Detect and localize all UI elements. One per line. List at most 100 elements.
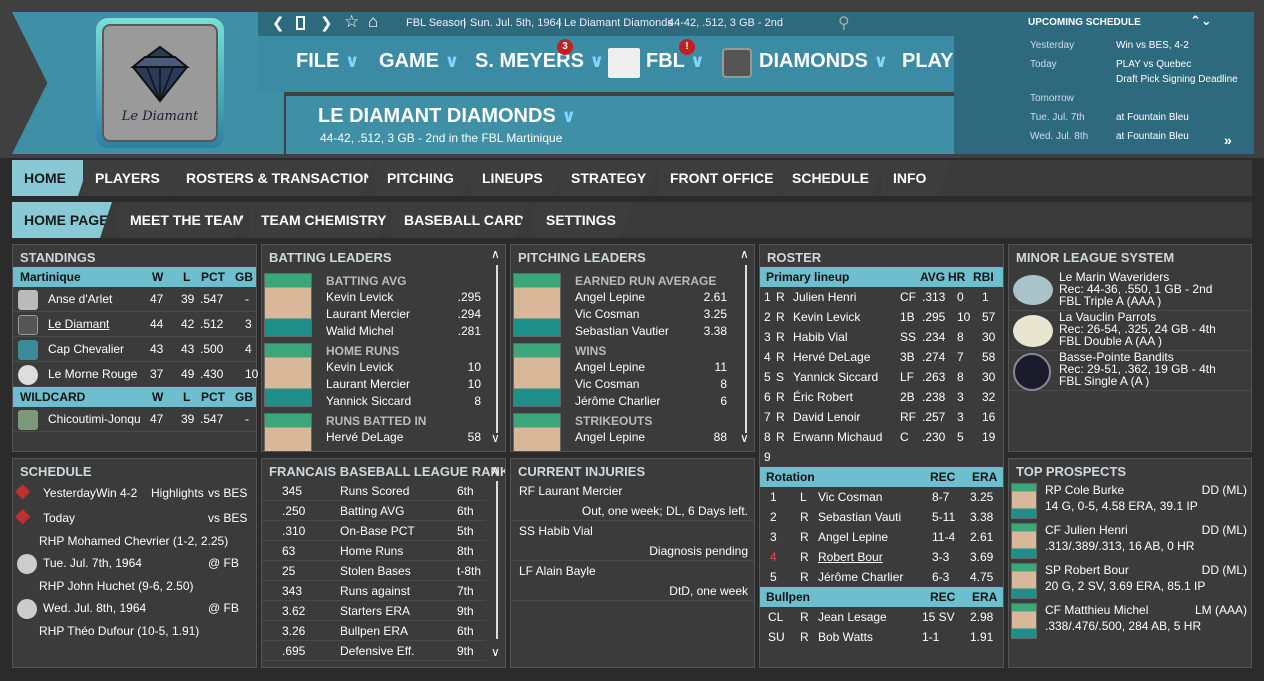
lineup-row[interactable]: 3 R Habib Vial SS .234 8 30 (760, 327, 1003, 347)
rank-row[interactable]: 25 Stolen Bases t-8th (262, 561, 486, 581)
rotation-row[interactable]: 5 R Jérôme Charlier 6-3 4.75 (760, 567, 1003, 587)
tab-info[interactable]: INFO (881, 160, 951, 196)
injury-player[interactable]: RF Laurant Mercier (511, 481, 754, 501)
menu-league[interactable]: FBL ∨ (646, 50, 705, 73)
tab-rosters[interactable]: ROSTERS & TRANSACTIONS (174, 160, 374, 196)
menu-file[interactable]: FILE ∨ (296, 50, 360, 73)
tab-lineups[interactable]: LINEUPS (470, 160, 566, 196)
scrollbar[interactable] (496, 481, 498, 639)
leader-row[interactable]: Laurant Mercier .294 (326, 306, 481, 323)
schedule-item[interactable]: Wed. Jul. 8th, 1964 @ FB (13, 596, 256, 621)
leader-row[interactable]: Hervé DeLage 58 (326, 429, 481, 446)
bullpen-row[interactable]: SU R Bob Watts 1-1 1.91 (760, 627, 1003, 647)
prospect-item[interactable]: SP Robert Bour DD (ML) 20 G, 2 SV, 3.69 ER… (1009, 561, 1251, 601)
player-photo[interactable] (264, 343, 312, 407)
leader-row[interactable]: Angel Lepine 2.61 (575, 289, 727, 306)
leader-row[interactable]: Vic Cosman 3.25 (575, 306, 727, 323)
injury-player[interactable]: LF Alain Bayle (511, 561, 754, 581)
leader-row[interactable]: Kevin Levick 10 (326, 359, 481, 376)
schedule-item[interactable]: ◆ Today vs BES (13, 505, 256, 531)
standings-row[interactable]: Anse d'Arlet 47 39.547- (13, 287, 256, 312)
rotation-row[interactable]: 1 L Vic Cosman 8-7 3.25 (760, 487, 1003, 507)
player-photo[interactable] (264, 413, 312, 451)
tab-front-office[interactable]: FRONT OFFICE (658, 160, 788, 196)
scroll-up-icon[interactable]: ∧ (740, 247, 749, 261)
lineup-row[interactable]: 1 R Julien Henri CF .313 0 1 (760, 287, 1003, 307)
player-photo[interactable] (513, 273, 561, 337)
tab-home[interactable]: HOME (12, 160, 90, 196)
rotation-row[interactable]: 2 R Sebastian Vauti 5-11 3.38 (760, 507, 1003, 527)
minor-team-item[interactable]: La Vauclin Parrots Rec: 26-54, .325, 24 … (1009, 311, 1251, 351)
scroll-up-icon[interactable]: ∧ (491, 463, 500, 477)
leader-row[interactable]: Yannick Siccard 8 (326, 393, 481, 410)
minor-team-item[interactable]: Basse-Pointe Bandits Rec: 29-51, .362, 1… (1009, 351, 1251, 391)
lineup-row[interactable]: 7 R David Lenoir RF .257 3 16 (760, 407, 1003, 427)
rank-row[interactable]: .250 Batting AVG 6th (262, 501, 486, 521)
leader-row[interactable]: Jérôme Charlier 6 (575, 393, 727, 410)
probable-pitcher[interactable]: RHP John Huchet (9-6, 2.50) (13, 576, 256, 596)
scrollbar[interactable] (496, 265, 498, 433)
page-icon[interactable] (296, 16, 305, 30)
player-photo[interactable] (513, 413, 561, 451)
standings-row[interactable]: Chicoutimi-Jonqu 47 39.547- (13, 407, 256, 432)
rank-row[interactable]: 3.62 Starters ERA 9th (262, 601, 486, 621)
tab-team-chemistry[interactable]: TEAM CHEMISTRY (249, 202, 391, 238)
tab-schedule[interactable]: SCHEDULE (780, 160, 884, 196)
rotation-row[interactable]: 4 R Robert Bour 3-3 3.69 (760, 547, 1003, 567)
lineup-row[interactable]: 4 R Hervé DeLage 3B .274 7 58 (760, 347, 1003, 367)
menu-game[interactable]: GAME ∨ (379, 50, 459, 73)
scroll-up-icon[interactable]: ∧ (491, 247, 500, 261)
scroll-down-icon[interactable]: ∨ (740, 431, 749, 445)
lineup-row[interactable]: 6 R Éric Robert 2B .238 3 32 (760, 387, 1003, 407)
tab-home-page[interactable]: HOME PAGE (12, 202, 112, 238)
injury-player[interactable]: SS Habib Vial (511, 521, 754, 541)
leader-row[interactable]: Laurant Mercier 10 (326, 376, 481, 393)
leader-row[interactable]: Vic Cosman 8 (575, 376, 727, 393)
home-icon[interactable]: ⌂ (368, 12, 378, 32)
menu-team[interactable]: DIAMONDS ∨ (759, 50, 888, 73)
lineup-row[interactable]: 2 R Kevin Levick 1B .295 10 57 (760, 307, 1003, 327)
scroll-down-icon[interactable]: ∨ (491, 645, 500, 659)
forward-icon[interactable]: ❯ (320, 14, 333, 32)
tab-baseball-cards[interactable]: BASEBALL CARDS (392, 202, 528, 238)
minor-team-item[interactable]: Le Marin Waveriders Rec: 44-36, .550, 1 … (1009, 271, 1251, 311)
scroll-down-icon[interactable]: ∨ (491, 431, 500, 445)
rank-row[interactable]: 343 Runs against 7th (262, 581, 486, 601)
prospect-item[interactable]: CF Matthieu Michel LM (AAA) .338/.476/.500… (1009, 601, 1251, 641)
rank-row[interactable]: 63 Home Runs 8th (262, 541, 486, 561)
lineup-row[interactable]: 8 R Erwann Michaud C .230 5 19 (760, 427, 1003, 447)
standings-row[interactable]: Le Diamant 44 42.512 3 (13, 312, 256, 337)
tab-strategy[interactable]: STRATEGY (559, 160, 659, 196)
tab-meet-the-team[interactable]: MEET THE TEAM (118, 202, 248, 238)
prospect-item[interactable]: CF Julien Henri DD (ML) .313/.389/.313, 16… (1009, 521, 1251, 561)
rank-row[interactable]: .310 On-Base PCT 5th (262, 521, 486, 541)
leader-row[interactable]: Sebastian Vautier 3.38 (575, 323, 727, 340)
rank-row[interactable]: 345 Runs Scored 6th (262, 481, 486, 501)
lineup-row[interactable]: 5 S Yannick Siccard LF .263 8 30 (760, 367, 1003, 387)
menu-manager[interactable]: S. MEYERS ∨ (475, 50, 604, 73)
standings-row[interactable]: Le Morne Rouge 37 49.430 10 (13, 362, 258, 387)
prospect-item[interactable]: RP Cole Burke DD (ML) 14 G, 0-5, 4.58 ERA,… (1009, 481, 1251, 521)
tab-settings[interactable]: SETTINGS (534, 202, 632, 238)
leader-row[interactable]: Angel Lepine 88 (575, 429, 727, 446)
team-logo[interactable]: Le Diamant (96, 18, 224, 148)
lineup-row[interactable]: 9 (760, 447, 1003, 467)
scroll-up-icon[interactable]: ⌃⌄ (1190, 13, 1212, 29)
back-icon[interactable]: ❮ (272, 14, 285, 32)
player-photo[interactable] (264, 273, 312, 337)
schedule-item[interactable]: Tue. Jul. 7th, 1964 @ FB (13, 551, 256, 576)
rotation-row[interactable]: 3 R Angel Lepine 11-4 2.61 (760, 527, 1003, 547)
rank-row[interactable]: 3.26 Bullpen ERA 6th (262, 621, 486, 641)
probable-pitcher[interactable]: RHP Mohamed Chevrier (1-2, 2.25) (13, 531, 256, 551)
leader-row[interactable]: Walid Michel .281 (326, 323, 481, 340)
highlights-link[interactable]: Highlights (151, 481, 204, 506)
tab-pitching[interactable]: PITCHING (375, 160, 475, 196)
scrollbar[interactable] (745, 265, 747, 433)
team-name[interactable]: LE DIAMANT DIAMONDS ∨ (318, 105, 576, 128)
player-photo[interactable] (513, 343, 561, 407)
search-icon[interactable]: ⚲ (838, 13, 850, 33)
expand-icon[interactable]: » (1224, 132, 1232, 148)
star-icon[interactable]: ☆ (344, 12, 359, 32)
standings-row[interactable]: Cap Chevalier 43 43.500 4 (13, 337, 256, 362)
bullpen-row[interactable]: CL R Jean Lesage 15 SV 2.98 (760, 607, 1003, 627)
